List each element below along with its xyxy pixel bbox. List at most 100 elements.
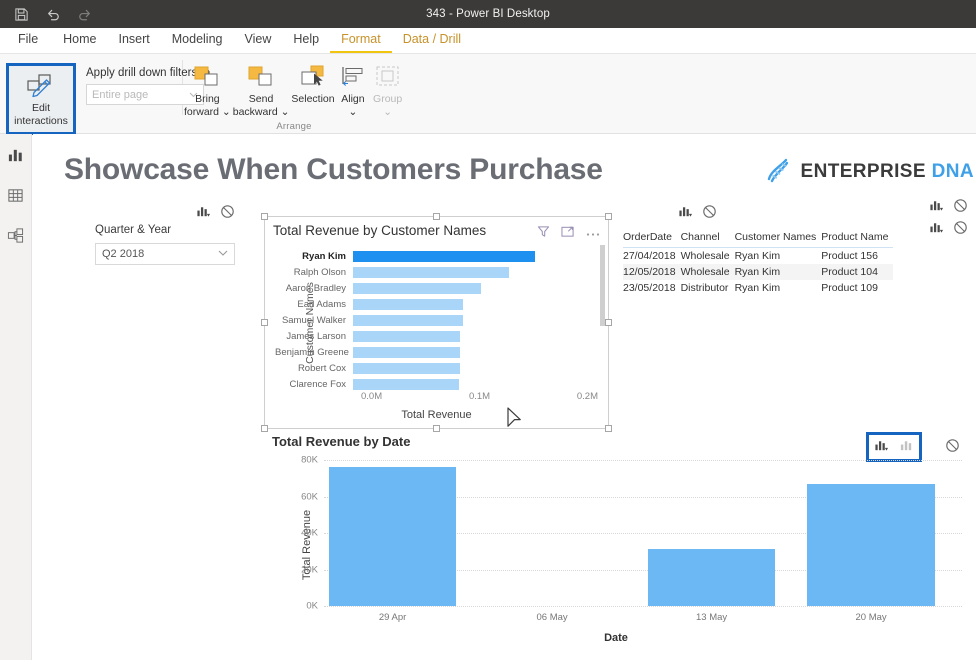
brand-text-enterprise: ENTERPRISE	[800, 160, 926, 182]
bar-chart-row[interactable]: Robert Cox	[275, 360, 594, 376]
filter-chart-icon[interactable]	[929, 220, 944, 238]
no-interaction-icon[interactable]	[220, 204, 235, 222]
resize-handle[interactable]	[605, 318, 612, 326]
resize-handle[interactable]	[261, 213, 268, 220]
bar-fill[interactable]	[353, 250, 535, 262]
bar-chart-scrollbar[interactable]	[600, 245, 605, 384]
focus-mode-icon[interactable]	[561, 225, 575, 241]
ribbon-tab-help[interactable]: Help	[282, 28, 330, 53]
selection-button[interactable]: Selection	[290, 59, 335, 108]
visual-total-revenue-by-date[interactable]: Total Revenue by Date Total Revenue 0K 20…	[264, 432, 968, 656]
slicer-selected-value: Q2 2018	[102, 248, 145, 260]
highlight-chart-icon[interactable]	[899, 438, 914, 456]
align-label: Align	[341, 93, 365, 105]
bar-fill[interactable]	[353, 378, 459, 390]
resize-handle[interactable]	[605, 425, 612, 432]
report-canvas[interactable]: Showcase When Customers Purchase ENTERPR…	[33, 134, 976, 660]
resize-handle[interactable]	[605, 213, 612, 220]
slicer-interaction-icons	[196, 204, 235, 222]
ribbon-group-interactions: Edit interactions Apply drill down filte…	[0, 54, 210, 150]
send-backward-button[interactable]: Send backward ⌄	[232, 59, 291, 121]
view-switcher-rail	[0, 134, 32, 660]
brand-logo: ENTERPRISE DNA	[762, 155, 974, 188]
date-bar[interactable]	[647, 549, 776, 606]
bar-fill[interactable]	[353, 298, 463, 310]
date-chart-x-axis-label: Date	[604, 632, 628, 644]
bar-chart-row[interactable]: Ralph Olson	[275, 264, 594, 280]
resize-handle[interactable]	[432, 425, 440, 432]
table-row[interactable]: 23/05/2018 Distributor Ryan Kim Product 109	[623, 280, 893, 296]
bring-forward-label-2: forward ⌄	[184, 106, 231, 118]
bar-fill[interactable]	[353, 330, 461, 342]
bar-chart-row[interactable]: Ryan Kim	[275, 248, 594, 264]
resize-handle[interactable]	[261, 318, 268, 326]
bar-category-label: Ryan Kim	[302, 250, 346, 262]
model-view-icon[interactable]	[3, 222, 29, 248]
no-interaction-icon[interactable]	[953, 220, 968, 238]
filter-chart-icon[interactable]	[678, 204, 693, 222]
undo-icon[interactable]	[44, 5, 62, 23]
ribbon-tab-modeling[interactable]: Modeling	[161, 28, 234, 53]
resize-handle[interactable]	[261, 425, 268, 432]
bar-fill[interactable]	[353, 362, 460, 374]
slicer-quarter-year[interactable]: Quarter & Year Q2 2018	[95, 224, 235, 265]
report-view-icon[interactable]	[3, 142, 29, 168]
table-col-product-name[interactable]: Product Name	[821, 229, 894, 248]
resize-handle[interactable]	[432, 213, 440, 220]
table-cell: Ryan Kim	[734, 282, 781, 294]
filter-chart-icon[interactable]	[874, 438, 889, 456]
table-row[interactable]: 12/05/2018 Wholesale Ryan Kim Product 104	[623, 264, 894, 280]
slicer-dropdown[interactable]: Q2 2018	[95, 243, 235, 265]
bar-chart-row[interactable]: Benjamin Greene	[275, 344, 594, 360]
group-button[interactable]: Group ⌄	[370, 59, 405, 121]
ribbon-tab-view[interactable]: View	[234, 28, 283, 53]
bar-fill[interactable]	[353, 282, 482, 294]
align-button[interactable]: Align ⌄	[336, 59, 371, 121]
bar-fill[interactable]	[353, 266, 510, 278]
more-options-icon[interactable]	[586, 226, 600, 240]
x-tick: 0.1M	[468, 391, 491, 402]
no-interaction-icon[interactable]	[702, 204, 717, 222]
ribbon-tab-file[interactable]: File	[8, 28, 52, 53]
visual-order-table[interactable]: OrderDate Channel Customer Names Product…	[623, 229, 894, 296]
bar-fill[interactable]	[353, 346, 461, 358]
filter-chart-icon[interactable]	[196, 204, 211, 222]
ribbon-tab-data-drill[interactable]: Data / Drill	[392, 28, 472, 53]
group-caret: ⌄	[383, 106, 393, 118]
date-bar[interactable]	[807, 483, 935, 606]
bar-chart-row[interactable]: Aaron Bradley	[275, 280, 594, 296]
no-interaction-icon[interactable]	[945, 438, 960, 456]
table-col-customer-names[interactable]: Customer Names	[734, 229, 822, 248]
ribbon-tab-home[interactable]: Home	[52, 28, 107, 53]
bar-fill[interactable]	[353, 314, 463, 326]
filter-chart-icon[interactable]	[929, 198, 944, 216]
data-view-icon[interactable]	[3, 182, 29, 208]
window-title: 343 - Power BI Desktop	[426, 8, 550, 20]
ribbon-tab-insert[interactable]: Insert	[108, 28, 161, 53]
table-col-channel[interactable]: Channel	[680, 229, 735, 248]
x-tick: 0.0M	[361, 391, 383, 402]
bar-category-label: James Larson	[286, 330, 346, 342]
ribbon-tab-format[interactable]: Format	[330, 28, 392, 53]
group-label: Group	[373, 93, 403, 105]
table-row[interactable]: 27/04/2018 Wholesale Ryan Kim Product 156	[623, 248, 893, 265]
bar-chart-row[interactable]: James Larson	[275, 328, 594, 344]
x-tick: 20 May	[855, 612, 887, 623]
bar-chart-row[interactable]: Clarence Fox	[275, 376, 594, 392]
table-col-orderdate[interactable]: OrderDate	[623, 229, 681, 248]
no-interaction-icon[interactable]	[953, 198, 968, 216]
bar-category-label: Benjamin Greene	[275, 346, 349, 358]
dna-helix-icon	[762, 155, 794, 188]
date-bar[interactable]	[328, 467, 457, 606]
visual-total-revenue-by-customer[interactable]: Total Revenue by Customer Names Customer…	[261, 213, 612, 432]
y-tick: 0K	[306, 600, 318, 612]
filter-funnel-icon[interactable]	[537, 225, 550, 241]
save-icon[interactable]	[12, 5, 30, 23]
bar-chart-row[interactable]: Samuel Walker	[275, 312, 594, 328]
bring-forward-button[interactable]: Bring forward ⌄	[183, 59, 232, 121]
edit-interactions-button[interactable]: Edit interactions	[10, 68, 72, 130]
visual-title: Total Revenue by Customer Names	[273, 223, 487, 238]
bar-chart-row[interactable]: Earl Adams	[275, 296, 594, 312]
redo-icon[interactable]	[76, 5, 94, 23]
group-icon	[373, 62, 403, 92]
